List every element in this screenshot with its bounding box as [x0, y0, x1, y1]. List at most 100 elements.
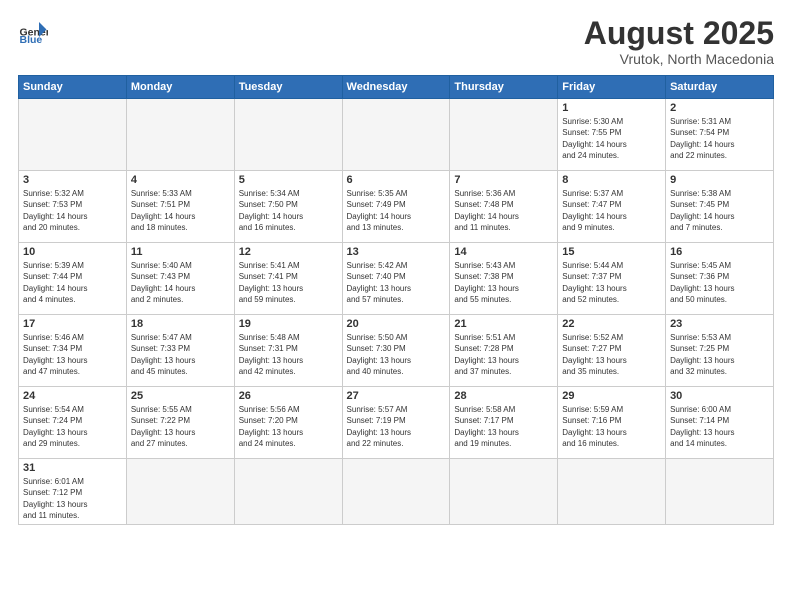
day-number: 20 — [347, 318, 446, 330]
day-number: 24 — [23, 390, 122, 402]
calendar-week-row: 3 Sunrise: 5:32 AM Sunset: 7:53 PM Daylig… — [19, 171, 774, 243]
calendar-day — [126, 99, 234, 171]
header-wednesday: Wednesday — [342, 76, 450, 99]
calendar-day: 22Sunrise: 5:52 AM Sunset: 7:27 PM Dayli… — [558, 315, 666, 387]
calendar-day — [666, 459, 774, 525]
logo: General Blue — [18, 16, 48, 46]
day-number: 1 — [562, 102, 661, 114]
calendar-day: 24Sunrise: 5:54 AM Sunset: 7:24 PM Dayli… — [19, 387, 127, 459]
day-info: Sunrise: 5:50 AM Sunset: 7:30 PM Dayligh… — [347, 332, 446, 377]
day-info: Sunrise: 5:37 AM Sunset: 7:47 PM Dayligh… — [562, 188, 661, 233]
page: General Blue August 2025 Vrutok, North M… — [0, 0, 792, 612]
day-info: Sunrise: 5:41 AM Sunset: 7:41 PM Dayligh… — [239, 260, 338, 305]
svg-text:Blue: Blue — [20, 34, 43, 46]
calendar-day: 11 Sunrise: 5:40 AM Sunset: 7:43 PM Dayli… — [126, 243, 234, 315]
calendar-day: 15 Sunrise: 5:44 AM Sunset: 7:37 PM Dayli… — [558, 243, 666, 315]
day-info: Sunrise: 5:45 AM Sunset: 7:36 PM Dayligh… — [670, 260, 769, 305]
day-number: 2 — [670, 102, 769, 114]
day-number: 4 — [131, 174, 230, 186]
calendar-day: 31Sunrise: 6:01 AM Sunset: 7:12 PM Dayli… — [19, 459, 127, 525]
calendar-week-row: 31Sunrise: 6:01 AM Sunset: 7:12 PM Dayli… — [19, 459, 774, 525]
day-number: 18 — [131, 318, 230, 330]
day-number: 26 — [239, 390, 338, 402]
calendar-day: 13 Sunrise: 5:42 AM Sunset: 7:40 PM Dayli… — [342, 243, 450, 315]
calendar-day — [450, 459, 558, 525]
day-number: 11 — [131, 246, 230, 258]
calendar-day: 25 Sunrise: 5:55 AM Sunset: 7:22 PM Dayli… — [126, 387, 234, 459]
calendar-day — [450, 99, 558, 171]
day-number: 5 — [239, 174, 338, 186]
calendar-day: 27Sunrise: 5:57 AM Sunset: 7:19 PM Dayli… — [342, 387, 450, 459]
calendar-week-row: 10Sunrise: 5:39 AM Sunset: 7:44 PM Dayli… — [19, 243, 774, 315]
calendar-day — [558, 459, 666, 525]
day-number: 3 — [23, 174, 122, 186]
calendar-day — [126, 459, 234, 525]
day-number: 25 — [131, 390, 230, 402]
day-number: 9 — [670, 174, 769, 186]
day-number: 17 — [23, 318, 122, 330]
calendar-day: 17 Sunrise: 5:46 AM Sunset: 7:34 PM Dayli… — [19, 315, 127, 387]
header-thursday: Thursday — [450, 76, 558, 99]
calendar-day — [342, 99, 450, 171]
calendar-day: 16 Sunrise: 5:45 AM Sunset: 7:36 PM Dayli… — [666, 243, 774, 315]
calendar-day: 30 Sunrise: 6:00 AM Sunset: 7:14 PM Dayli… — [666, 387, 774, 459]
day-info: Sunrise: 5:53 AM Sunset: 7:25 PM Dayligh… — [670, 332, 769, 377]
day-info: Sunrise: 5:40 AM Sunset: 7:43 PM Dayligh… — [131, 260, 230, 305]
calendar-table: Sunday Monday Tuesday Wednesday Thursday… — [18, 75, 774, 525]
calendar-day: 12 Sunrise: 5:41 AM Sunset: 7:41 PM Dayli… — [234, 243, 342, 315]
day-info: Sunrise: 5:32 AM Sunset: 7:53 PM Dayligh… — [23, 188, 122, 233]
header: General Blue August 2025 Vrutok, North M… — [18, 16, 774, 67]
calendar-day: 14Sunrise: 5:43 AM Sunset: 7:38 PM Dayli… — [450, 243, 558, 315]
calendar-day: 5 Sunrise: 5:34 AM Sunset: 7:50 PM Daylig… — [234, 171, 342, 243]
day-number: 21 — [454, 318, 553, 330]
day-number: 28 — [454, 390, 553, 402]
day-info: Sunrise: 5:44 AM Sunset: 7:37 PM Dayligh… — [562, 260, 661, 305]
calendar-day: 29 Sunrise: 5:59 AM Sunset: 7:16 PM Dayli… — [558, 387, 666, 459]
day-number: 14 — [454, 246, 553, 258]
day-info: Sunrise: 5:34 AM Sunset: 7:50 PM Dayligh… — [239, 188, 338, 233]
day-info: Sunrise: 5:47 AM Sunset: 7:33 PM Dayligh… — [131, 332, 230, 377]
calendar-week-row: 1 Sunrise: 5:30 AM Sunset: 7:55 PM Daylig… — [19, 99, 774, 171]
day-info: Sunrise: 5:59 AM Sunset: 7:16 PM Dayligh… — [562, 404, 661, 449]
header-sunday: Sunday — [19, 76, 127, 99]
day-number: 6 — [347, 174, 446, 186]
day-info: Sunrise: 5:42 AM Sunset: 7:40 PM Dayligh… — [347, 260, 446, 305]
header-tuesday: Tuesday — [234, 76, 342, 99]
calendar-day — [234, 99, 342, 171]
day-info: Sunrise: 5:57 AM Sunset: 7:19 PM Dayligh… — [347, 404, 446, 449]
day-info: Sunrise: 5:51 AM Sunset: 7:28 PM Dayligh… — [454, 332, 553, 377]
calendar-day: 20 Sunrise: 5:50 AM Sunset: 7:30 PM Dayli… — [342, 315, 450, 387]
day-number: 16 — [670, 246, 769, 258]
calendar-day — [342, 459, 450, 525]
calendar-day: 23 Sunrise: 5:53 AM Sunset: 7:25 PM Dayli… — [666, 315, 774, 387]
day-number: 29 — [562, 390, 661, 402]
calendar-day: 2 Sunrise: 5:31 AM Sunset: 7:54 PM Daylig… — [666, 99, 774, 171]
calendar-day: 18 Sunrise: 5:47 AM Sunset: 7:33 PM Dayli… — [126, 315, 234, 387]
weekday-header-row: Sunday Monday Tuesday Wednesday Thursday… — [19, 76, 774, 99]
day-number: 12 — [239, 246, 338, 258]
header-friday: Friday — [558, 76, 666, 99]
day-info: Sunrise: 5:30 AM Sunset: 7:55 PM Dayligh… — [562, 116, 661, 161]
day-info: Sunrise: 5:56 AM Sunset: 7:20 PM Dayligh… — [239, 404, 338, 449]
calendar-day: 28Sunrise: 5:58 AM Sunset: 7:17 PM Dayli… — [450, 387, 558, 459]
calendar-week-row: 24Sunrise: 5:54 AM Sunset: 7:24 PM Dayli… — [19, 387, 774, 459]
day-number: 30 — [670, 390, 769, 402]
day-info: Sunrise: 5:55 AM Sunset: 7:22 PM Dayligh… — [131, 404, 230, 449]
day-number: 22 — [562, 318, 661, 330]
calendar-day — [234, 459, 342, 525]
calendar-day: 3 Sunrise: 5:32 AM Sunset: 7:53 PM Daylig… — [19, 171, 127, 243]
day-info: Sunrise: 5:46 AM Sunset: 7:34 PM Dayligh… — [23, 332, 122, 377]
day-info: Sunrise: 6:00 AM Sunset: 7:14 PM Dayligh… — [670, 404, 769, 449]
calendar-week-row: 17 Sunrise: 5:46 AM Sunset: 7:34 PM Dayli… — [19, 315, 774, 387]
calendar-day: 26 Sunrise: 5:56 AM Sunset: 7:20 PM Dayli… — [234, 387, 342, 459]
day-info: Sunrise: 5:48 AM Sunset: 7:31 PM Dayligh… — [239, 332, 338, 377]
day-info: Sunrise: 5:39 AM Sunset: 7:44 PM Dayligh… — [23, 260, 122, 305]
day-number: 15 — [562, 246, 661, 258]
day-number: 23 — [670, 318, 769, 330]
calendar-day: 19 Sunrise: 5:48 AM Sunset: 7:31 PM Dayli… — [234, 315, 342, 387]
day-number: 13 — [347, 246, 446, 258]
day-info: Sunrise: 5:31 AM Sunset: 7:54 PM Dayligh… — [670, 116, 769, 161]
day-number: 19 — [239, 318, 338, 330]
calendar-day — [19, 99, 127, 171]
day-number: 8 — [562, 174, 661, 186]
